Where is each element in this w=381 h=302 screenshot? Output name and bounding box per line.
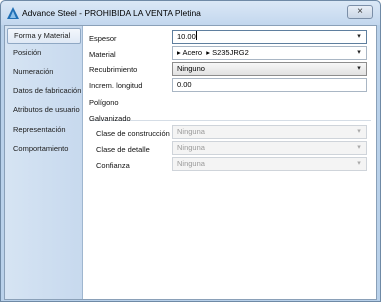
sidebar-item-label: Representación	[13, 125, 66, 134]
poligono-label: Polígono	[89, 98, 119, 107]
chevron-down-icon[interactable]: ▾	[354, 144, 364, 152]
chevron-down-icon[interactable]: ▾	[354, 160, 364, 168]
confianza-value: Ninguna	[177, 159, 205, 168]
clase-detalle-label: Clase de detalle	[96, 145, 150, 154]
arrow-right-icon[interactable]: ▸	[177, 48, 181, 57]
recubrimiento-label: Recubrimiento	[89, 65, 138, 74]
sidebar-item-label: Posición	[13, 48, 42, 57]
text-caret	[195, 31, 197, 40]
form-panel: Espesor 10.00 ▾ Material ▸ Acero ▸ S235J…	[83, 26, 377, 299]
sidebar-item-forma-material[interactable]: Forma y Material	[7, 28, 81, 44]
clase-construccion-label: Clase de construcción	[96, 129, 170, 138]
increm-longitud-label: Increm. longitud	[89, 81, 143, 90]
espesor-value: 10.00	[177, 32, 196, 41]
clase-construccion-select[interactable]: Ninguna ▾	[172, 125, 367, 139]
sidebar-item-label: Forma y Material	[14, 31, 71, 40]
sidebar-item-atributos-usuario[interactable]: Atributos de usuario	[7, 102, 81, 118]
sidebar-item-label: Comportamiento	[13, 144, 69, 153]
sidebar: Forma y Material Posición Numeración Dat…	[5, 26, 83, 299]
sidebar-item-representacion[interactable]: Representación	[7, 122, 81, 138]
recubrimiento-value: Ninguno	[177, 64, 205, 73]
confianza-select[interactable]: Ninguna ▾	[172, 157, 367, 171]
window-title: Advance Steel - PROHIBIDA LA VENTA Pleti…	[22, 8, 201, 18]
clase-detalle-value: Ninguna	[177, 143, 205, 152]
sidebar-item-datos-fabricacion[interactable]: Datos de fabricación	[7, 83, 81, 99]
galvanizado-title: Galvanizado	[89, 114, 131, 123]
clase-construccion-value: Ninguna	[177, 127, 205, 136]
sidebar-item-label: Datos de fabricación	[13, 86, 82, 95]
sidebar-item-numeracion[interactable]: Numeración	[7, 64, 81, 80]
sidebar-item-comportamiento[interactable]: Comportamiento	[7, 141, 81, 157]
espesor-combo[interactable]: 10.00 ▾	[172, 30, 367, 44]
increm-longitud-value: 0.00	[177, 80, 192, 89]
advance-steel-logo-icon	[7, 7, 19, 19]
material-combo[interactable]: ▸ Acero ▸ S235JRG2 ▾	[172, 46, 367, 60]
chevron-down-icon[interactable]: ▾	[354, 33, 364, 41]
dialog-window: Advance Steel - PROHIBIDA LA VENTA Pleti…	[0, 0, 381, 302]
confianza-label: Confianza	[96, 161, 130, 170]
chevron-down-icon[interactable]: ▾	[354, 49, 364, 57]
chevron-down-icon[interactable]: ▾	[354, 65, 364, 73]
increm-longitud-input[interactable]: 0.00	[172, 78, 367, 92]
espesor-label: Espesor	[89, 34, 117, 43]
close-button[interactable]: ×	[347, 5, 373, 19]
chevron-down-icon[interactable]: ▾	[354, 128, 364, 136]
dialog-content: Forma y Material Posición Numeración Dat…	[4, 25, 377, 300]
material-type: Acero	[182, 48, 203, 57]
close-icon: ×	[357, 6, 363, 17]
sidebar-item-posicion[interactable]: Posición	[7, 45, 81, 61]
material-label: Material	[89, 50, 116, 59]
title-bar[interactable]: Advance Steel - PROHIBIDA LA VENTA Pleti…	[1, 1, 380, 25]
sidebar-item-label: Numeración	[13, 67, 54, 76]
arrow-right-icon[interactable]: ▸	[206, 48, 210, 57]
recubrimiento-select[interactable]: Ninguno ▾	[172, 62, 367, 76]
material-grade: S235JRG2	[212, 48, 249, 57]
sidebar-item-label: Atributos de usuario	[13, 105, 80, 114]
clase-detalle-select[interactable]: Ninguna ▾	[172, 141, 367, 155]
